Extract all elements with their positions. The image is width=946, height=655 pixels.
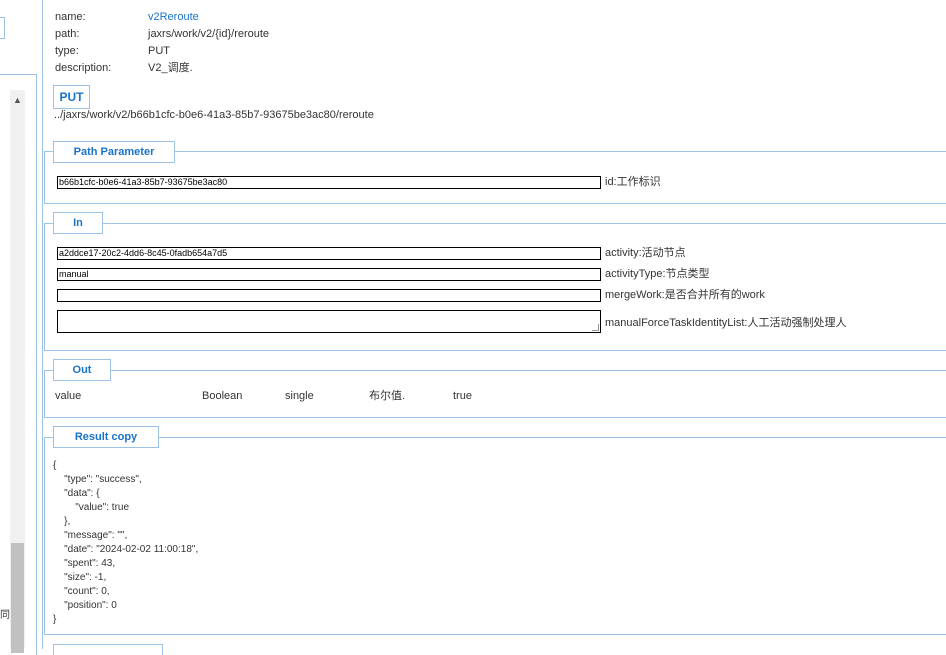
out-multiplicity: single [285,390,314,402]
path-parameter-title: Path Parameter [53,141,175,163]
out-description: 布尔值. [369,390,406,402]
activity-label: activity:活动节点 [605,247,686,259]
path-key: path: [55,28,80,40]
resize-grip-icon[interactable] [592,324,599,331]
path-value: jaxrs/work/v2/{id}/reroute [148,28,270,40]
out-title: Out [53,359,111,381]
activity-input[interactable] [57,247,601,260]
sidebar-scrollbar[interactable]: ▲ [10,90,25,653]
result-line: }, [53,516,71,527]
out-type: Boolean [202,390,243,402]
result-line: "date": "2024-02-02 11:00:18", [53,544,199,555]
result-line: "value": true [53,502,130,513]
result-line: } [53,614,57,625]
out-example: true [453,390,472,402]
full-request-path: ../jaxrs/work/v2/b66b1cfc-b0e6-41a3-85b7… [54,109,374,121]
scroll-up-arrow-icon[interactable]: ▲ [10,90,25,110]
type-key: type: [55,45,79,57]
out-section [44,370,946,418]
sidebar-partial-text: 同 [0,610,10,621]
name-key: name: [55,11,86,23]
sidebar-tab-edge [0,17,5,39]
result-line: "size": -1, [53,572,107,583]
merge-work-label: mergeWork:是否合并所有的work [605,289,765,301]
type-value: PUT [148,45,170,57]
out-name: value [55,390,82,402]
result-line: "message": "", [53,530,128,541]
main-panel: name: v2Reroute path: jaxrs/work/v2/{id}… [42,0,946,655]
result-line: "position": 0 [53,600,117,611]
result-line: "spent": 43, [53,558,116,569]
manual-force-label: manualForceTaskIdentityList:人工活动强制处理人 [605,317,847,329]
result-line: "type": "success", [53,474,142,485]
result-line: "count": 0, [53,586,110,597]
result-line: { [53,460,57,471]
activity-type-input[interactable] [57,268,601,281]
result-line: "data": { [53,488,100,499]
result-json: { "type": "success", "data": { "value": … [53,459,198,627]
description-value: V2_调度. [148,62,193,74]
id-input[interactable] [57,176,601,189]
scroll-thumb[interactable] [11,543,24,653]
left-sidebar: ▲ 同 [0,0,37,655]
result-copy-title[interactable]: Result copy [53,426,159,448]
id-label: id:工作标识 [605,176,661,188]
put-method-button[interactable]: PUT [53,85,90,109]
merge-work-input[interactable] [57,289,601,302]
description-key: description: [55,62,112,74]
in-title: In [53,212,103,234]
name-value[interactable]: v2Reroute [148,9,199,26]
manual-force-textarea[interactable] [57,310,601,333]
next-section-tab [53,644,163,655]
activity-type-label: activityType:节点类型 [605,268,710,280]
